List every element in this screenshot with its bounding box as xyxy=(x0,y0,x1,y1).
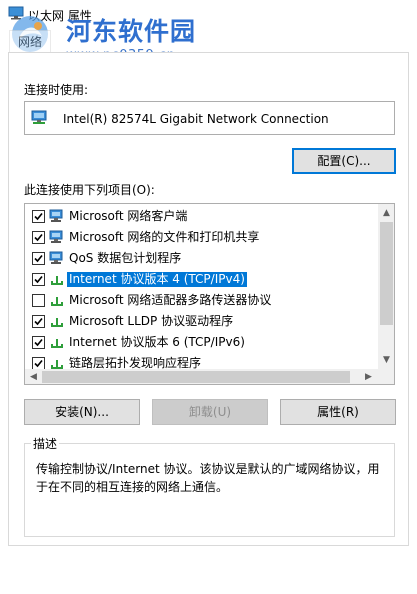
scrollbar-corner xyxy=(378,369,394,384)
checkbox-unchecked[interactable] xyxy=(32,294,45,307)
protocol-icon xyxy=(49,314,65,329)
scroll-up-icon[interactable]: ▲ xyxy=(381,208,392,218)
protocol-icon xyxy=(49,335,65,350)
vertical-scrollbar[interactable]: ▲ ▼ xyxy=(378,204,394,369)
scroll-left-icon[interactable]: ◀ xyxy=(28,372,39,382)
list-item-label: Microsoft LLDP 协议驱动程序 xyxy=(69,314,234,328)
scroll-right-icon[interactable]: ▶ xyxy=(363,372,374,382)
list-item-label: QoS 数据包计划程序 xyxy=(69,251,182,265)
vertical-scroll-thumb[interactable] xyxy=(380,222,393,325)
list-item-label: Internet 协议版本 6 (TCP/IPv6) xyxy=(69,335,245,349)
description-group: 描述 传输控制协议/Internet 协议。该协议是默认的广域网络协议，用于在不… xyxy=(24,435,395,537)
checkbox-checked[interactable] xyxy=(32,336,45,349)
items-label: 此连接使用下列项目(O): xyxy=(24,183,155,197)
horizontal-scroll-thumb[interactable] xyxy=(42,371,350,383)
description-title: 描述 xyxy=(31,435,60,452)
list-item[interactable]: Microsoft 网络的文件和打印机共享 xyxy=(25,227,377,248)
list-item[interactable]: Microsoft LLDP 协议驱动程序 xyxy=(25,311,377,332)
install-button[interactable]: 安装(N)... xyxy=(24,399,140,425)
list-item[interactable]: QoS 数据包计划程序 xyxy=(25,248,377,269)
checkbox-checked[interactable] xyxy=(32,210,45,223)
list-item-label: Microsoft 网络客户端 xyxy=(69,209,188,223)
list-item-label: Internet 协议版本 4 (TCP/IPv4) xyxy=(67,272,247,287)
checkbox-checked[interactable] xyxy=(32,252,45,265)
properties-panel: 连接时使用: Intel(R) 82574L Gigabit Network C… xyxy=(8,52,409,546)
adapter-box: Intel(R) 82574L Gigabit Network Connecti… xyxy=(24,101,395,135)
configure-button[interactable]: 配置(C)... xyxy=(292,148,396,174)
network-client-icon xyxy=(49,209,65,224)
adapter-name: Intel(R) 82574L Gigabit Network Connecti… xyxy=(63,112,329,126)
list-item-label: Microsoft 网络的文件和打印机共享 xyxy=(69,230,260,244)
tab-strip: 网络 xyxy=(8,28,409,52)
network-client-icon xyxy=(49,230,65,245)
network-client-icon xyxy=(49,251,65,266)
connect-using-label: 连接时使用: xyxy=(24,83,89,97)
horizontal-scrollbar[interactable]: ◀ ▶ xyxy=(25,369,378,384)
protocol-icon xyxy=(49,272,65,287)
checkbox-checked[interactable] xyxy=(32,273,45,286)
network-adapter-icon xyxy=(31,110,47,124)
list-item[interactable]: Microsoft 网络适配器多路传送器协议 xyxy=(25,290,377,311)
list-item[interactable]: Microsoft 网络客户端 xyxy=(25,206,377,227)
scroll-down-icon[interactable]: ▼ xyxy=(381,355,392,365)
tab-network[interactable]: 网络 xyxy=(9,30,52,52)
checkbox-checked[interactable] xyxy=(32,315,45,328)
list-item-label: Microsoft 网络适配器多路传送器协议 xyxy=(69,293,272,307)
properties-button[interactable]: 属性(R) xyxy=(280,399,396,425)
protocol-icon xyxy=(49,293,65,308)
items-list[interactable]: Microsoft 网络客户端 Microsoft 网络的文件和打印机共享 QoS … xyxy=(24,203,395,385)
uninstall-button[interactable]: 卸载(U) xyxy=(152,399,268,425)
description-text: 传输控制协议/Internet 协议。该协议是默认的广域网络协议，用于在不同的相… xyxy=(36,462,380,494)
list-item[interactable]: Internet 协议版本 4 (TCP/IPv4) xyxy=(25,269,377,290)
list-item[interactable]: Internet 协议版本 6 (TCP/IPv6) xyxy=(25,332,377,353)
checkbox-checked[interactable] xyxy=(32,231,45,244)
